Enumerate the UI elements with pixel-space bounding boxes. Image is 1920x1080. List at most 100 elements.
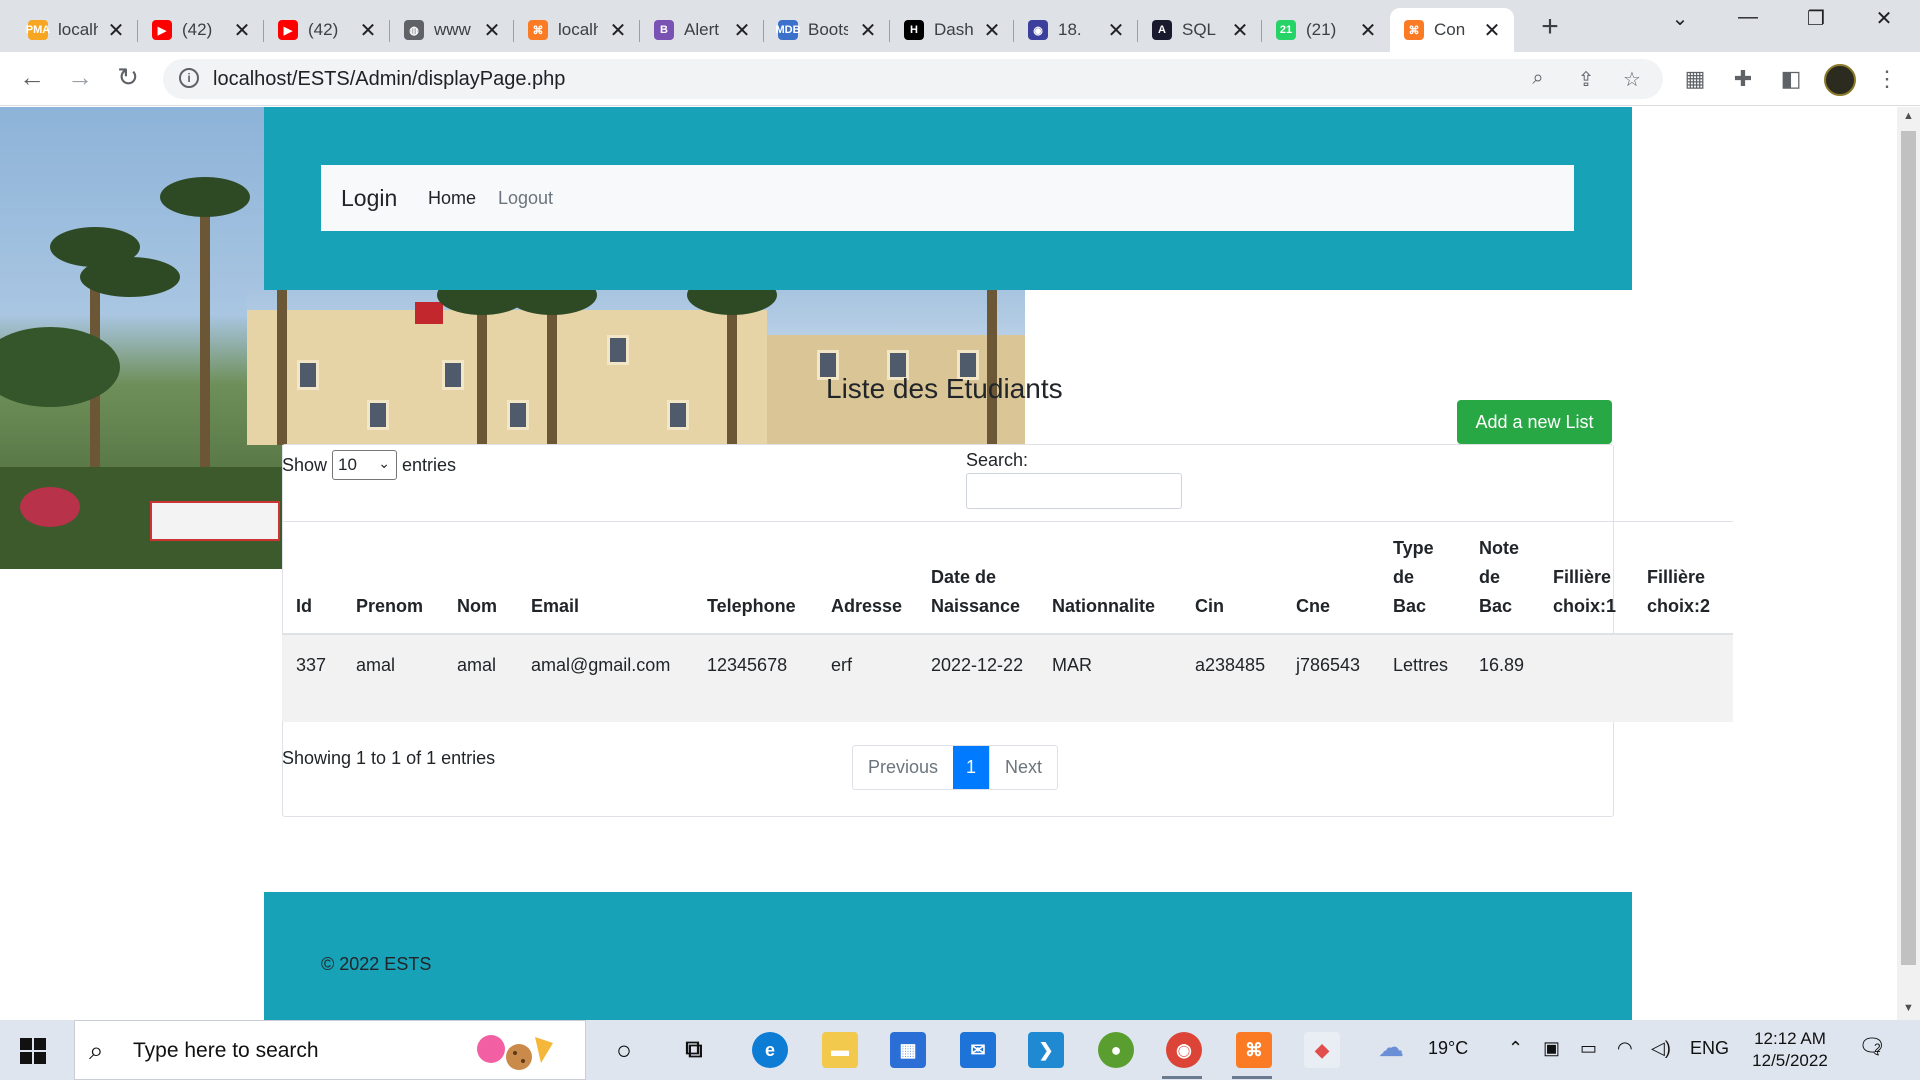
zoom-icon[interactable]: ⌕: [1524, 67, 1552, 90]
tab-close-icon[interactable]: ✕: [230, 18, 254, 43]
pagination-page-1[interactable]: 1: [953, 746, 990, 789]
tab-title: www: [434, 20, 471, 39]
column-header[interactable]: Fillière choix:2: [1633, 521, 1733, 635]
column-header[interactable]: Type de Bac: [1379, 521, 1465, 635]
show-hidden-icons[interactable]: ⌃: [1508, 1038, 1523, 1059]
minimize-button[interactable]: —: [1728, 6, 1768, 29]
browser-tab[interactable]: ▶ (42) ✕: [264, 8, 390, 52]
scrollbar-thumb[interactable]: [1901, 131, 1916, 965]
restore-button[interactable]: ❐: [1796, 6, 1836, 31]
menu-icon[interactable]: ⋮: [1872, 66, 1902, 92]
column-header[interactable]: Adresse: [817, 521, 917, 635]
browser-tab[interactable]: A SQL ✕: [1138, 8, 1262, 52]
language-indicator[interactable]: ENG: [1690, 1038, 1729, 1059]
nav-logout-link[interactable]: Logout: [498, 188, 553, 209]
tab-close-icon[interactable]: ✕: [1356, 18, 1380, 43]
browser-tab[interactable]: ◉ 18. ✕: [1014, 8, 1138, 52]
notification-icon[interactable]: 🗨2: [1858, 1034, 1893, 1060]
nav-home-link[interactable]: Home: [428, 188, 476, 209]
browser-tab[interactable]: 21 (21) ✕: [1262, 8, 1390, 52]
column-header[interactable]: Email: [517, 521, 693, 635]
browser-tab[interactable]: B Alert ✕: [640, 8, 764, 52]
browser-tab[interactable]: H Dashboard ✕: [890, 8, 1014, 52]
notification-count: 2: [1873, 1041, 1881, 1055]
tab-search-icon[interactable]: ⌄: [1660, 6, 1700, 31]
pagination-next[interactable]: Next: [989, 746, 1057, 789]
forward-icon[interactable]: →: [62, 62, 98, 93]
clock[interactable]: 12:12 AM 12/5/2022: [1745, 1028, 1835, 1072]
chrome-icon[interactable]: ◉: [1166, 1032, 1202, 1068]
tab-close-icon[interactable]: ✕: [1480, 18, 1504, 43]
tab-close-icon[interactable]: ✕: [606, 18, 630, 43]
column-header[interactable]: Telephone: [693, 521, 817, 635]
side-panel-icon[interactable]: ◧: [1776, 66, 1806, 92]
url-text[interactable]: localhost/ESTS/Admin/displayPage.php: [213, 68, 565, 91]
browser-tab[interactable]: ⌘ localhost ✕: [514, 8, 640, 52]
new-tab-button[interactable]: +: [1535, 10, 1565, 44]
tab-title: (42): [182, 20, 213, 39]
close-window-button[interactable]: ✕: [1864, 6, 1904, 31]
scroll-down-icon[interactable]: ▼: [1897, 1002, 1920, 1014]
mail-icon[interactable]: ✉: [960, 1032, 996, 1068]
weather-temp[interactable]: 19°C: [1428, 1038, 1468, 1059]
column-header[interactable]: Nom: [443, 521, 517, 635]
battery-icon[interactable]: ▭: [1580, 1038, 1597, 1059]
windows-taskbar: ⌕ Type here to search ○ ⧉ e ▬ ▦ ✉ ❯ ● ◉ …: [0, 1020, 1920, 1080]
tab-close-icon[interactable]: ✕: [856, 18, 880, 43]
vscode-icon[interactable]: ❯: [1028, 1032, 1064, 1068]
tab-close-icon[interactable]: ✕: [480, 18, 504, 43]
volume-icon[interactable]: ◁): [1651, 1038, 1671, 1059]
students-table: Id Prenom Nom Email Telephone Adresse Date de …: [282, 521, 1733, 722]
taskbar-search-box[interactable]: ⌕ Type here to search: [74, 1020, 586, 1080]
tab-close-icon[interactable]: ✕: [104, 18, 128, 43]
column-header[interactable]: Date de Naissance: [917, 521, 1038, 635]
extension-icon[interactable]: ▦: [1680, 66, 1710, 92]
browser-tab[interactable]: MDB Bootstrap ✕: [764, 8, 890, 52]
background-photo: [0, 107, 282, 569]
column-header[interactable]: Prenom: [342, 521, 443, 635]
site-info-icon[interactable]: i: [179, 68, 199, 88]
page-length-select[interactable]: 10 ⌄: [332, 450, 398, 480]
browser-tab[interactable]: ◍ www ✕: [390, 8, 514, 52]
file-explorer-icon[interactable]: ▬: [822, 1032, 858, 1068]
wifi-icon[interactable]: ◠: [1617, 1038, 1633, 1059]
add-new-list-button[interactable]: Add a new List: [1457, 400, 1612, 444]
edge-icon[interactable]: e: [752, 1032, 788, 1068]
search-input[interactable]: [966, 473, 1182, 509]
xampp-icon[interactable]: ⌘: [1236, 1032, 1272, 1068]
column-header[interactable]: Nationnalite: [1038, 521, 1181, 635]
pagination-previous[interactable]: Previous: [853, 746, 953, 789]
share-icon[interactable]: ⇪: [1572, 67, 1600, 92]
git-icon[interactable]: ◆: [1304, 1032, 1340, 1068]
tab-close-icon[interactable]: ✕: [980, 18, 1004, 43]
weather-icon[interactable]: ☁: [1378, 1032, 1404, 1063]
task-view-icon[interactable]: ⧉: [676, 1032, 712, 1068]
column-header[interactable]: Note de Bac: [1465, 521, 1539, 635]
avatar[interactable]: [1824, 64, 1856, 96]
column-header[interactable]: Fillière choix:1: [1539, 521, 1633, 635]
tab-close-icon[interactable]: ✕: [730, 18, 754, 43]
app-icon-green[interactable]: ●: [1098, 1032, 1134, 1068]
windows-start-icon[interactable]: [20, 1038, 46, 1064]
store-icon[interactable]: ▦: [890, 1032, 926, 1068]
cortana-icon[interactable]: ○: [606, 1032, 642, 1068]
tab-close-icon[interactable]: ✕: [1228, 18, 1252, 43]
page-viewport: Login Home Logout Liste des Etudiants Ad…: [0, 107, 1897, 1020]
page-scrollbar[interactable]: ▲ ▼: [1897, 107, 1920, 1020]
meet-icon[interactable]: ▣: [1543, 1038, 1560, 1059]
column-header[interactable]: Cin: [1181, 521, 1282, 635]
address-bar[interactable]: i localhost/ESTS/Admin/displayPage.php ⌕…: [163, 59, 1663, 99]
column-header[interactable]: Cne: [1282, 521, 1379, 635]
browser-tab[interactable]: PMA localhost ✕: [14, 8, 138, 52]
scroll-up-icon[interactable]: ▲: [1897, 110, 1920, 122]
back-icon[interactable]: ←: [14, 62, 50, 93]
browser-tab[interactable]: ⌘ Con ✕: [1390, 8, 1514, 52]
bookmark-star-icon[interactable]: ☆: [1618, 67, 1646, 92]
browser-tab[interactable]: ▶ (42) ✕: [138, 8, 264, 52]
tab-close-icon[interactable]: ✕: [1104, 18, 1128, 43]
puzzle-icon[interactable]: ✚: [1728, 66, 1758, 92]
tab-close-icon[interactable]: ✕: [356, 18, 380, 43]
reload-icon[interactable]: ↻: [110, 62, 146, 93]
navbar-brand[interactable]: Login: [341, 185, 397, 212]
column-header[interactable]: Id: [282, 521, 342, 635]
